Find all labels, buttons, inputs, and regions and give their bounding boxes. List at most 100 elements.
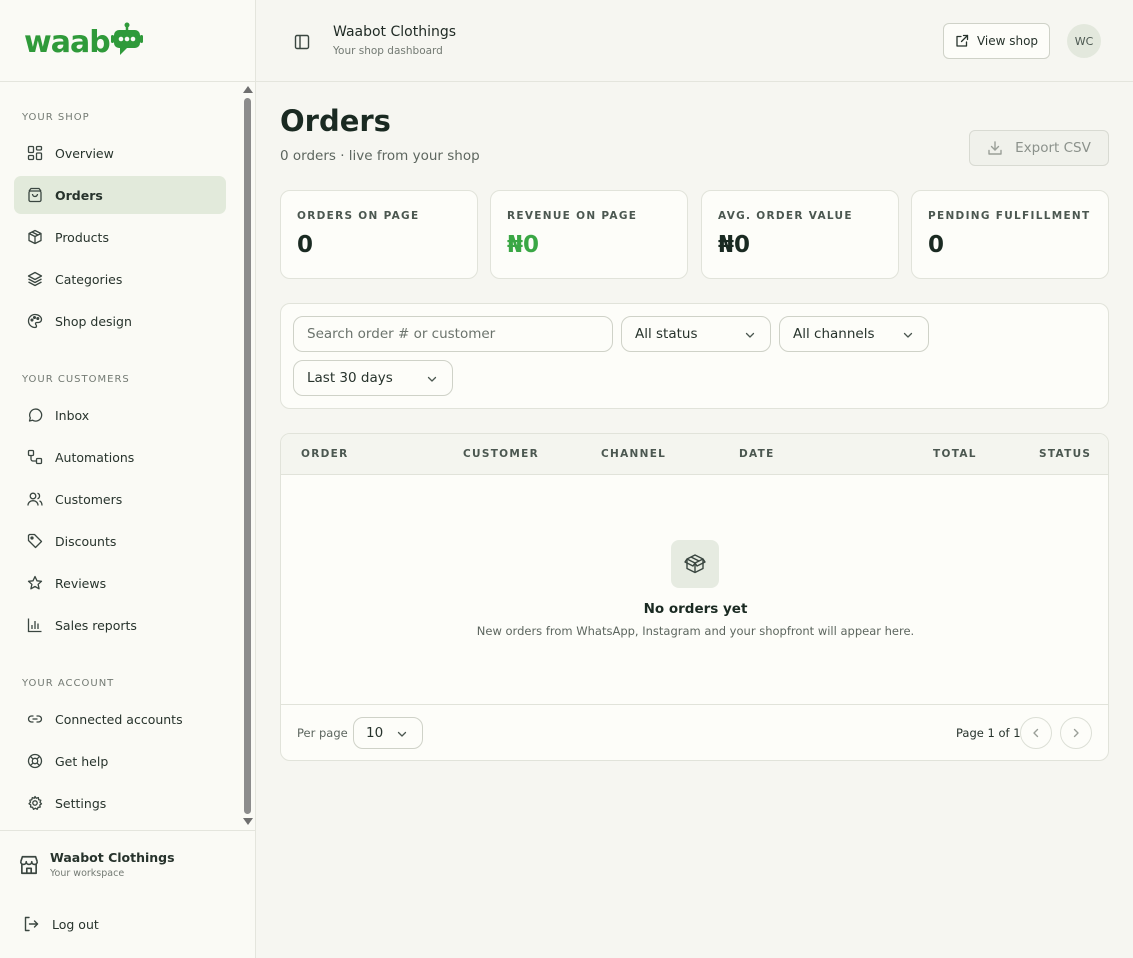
chevron-left-icon: [1033, 728, 1039, 738]
next-page-button[interactable]: [1060, 717, 1092, 749]
section-label-your-shop: YOUR SHOP: [22, 112, 90, 123]
download-icon: [988, 141, 1002, 155]
channels-select[interactable]: All channels: [779, 316, 929, 352]
date-range-select-value: Last 30 days: [307, 370, 393, 386]
stat-card-avg-order-value: AVG. ORDER VALUE ₦0: [701, 190, 899, 279]
stat-value: ₦0: [507, 232, 540, 258]
topbar: Waabot Clothings Your shop dashboard Vie…: [256, 0, 1133, 82]
sidebar-item-shop-design[interactable]: Shop design: [14, 302, 226, 340]
sidebar-item-label: Settings: [55, 795, 107, 811]
logo-wordmark: waab: [24, 24, 111, 60]
previous-page-button[interactable]: [1020, 717, 1052, 749]
search-input[interactable]: [293, 316, 613, 352]
stat-label: AVG. ORDER VALUE: [718, 210, 853, 222]
page-title: Orders: [280, 104, 391, 138]
column-header-customer[interactable]: CUSTOMER: [463, 448, 539, 460]
tag-icon: [26, 532, 44, 550]
gear-icon: [26, 794, 44, 812]
stat-value: ₦0: [718, 232, 751, 258]
sidebar-item-label: Overview: [55, 145, 114, 161]
export-csv-button[interactable]: Export CSV: [969, 130, 1109, 166]
column-header-status[interactable]: STATUS: [1039, 448, 1091, 460]
per-page-select[interactable]: 10: [353, 717, 423, 749]
palette-icon: [26, 312, 44, 330]
logout-button[interactable]: Log out: [22, 915, 99, 933]
bar-chart-icon: [26, 616, 44, 634]
empty-state-title: No orders yet: [643, 601, 748, 617]
sidebar-item-products[interactable]: Products: [14, 218, 226, 256]
shopping-bag-icon: [26, 186, 44, 204]
scroll-up-arrow-icon[interactable]: [243, 86, 253, 93]
workspace-switcher[interactable]: Waabot Clothings Your workspace: [18, 850, 175, 879]
stat-label: PENDING FULFILLMENT: [928, 210, 1091, 222]
layers-icon: [26, 270, 44, 288]
per-page-value: 10: [366, 725, 384, 741]
column-header-order[interactable]: ORDER: [301, 448, 349, 460]
sidebar-scrollbar[interactable]: [242, 84, 254, 830]
sidebar-item-orders[interactable]: Orders: [14, 176, 226, 214]
column-header-channel[interactable]: CHANNEL: [601, 448, 666, 460]
stat-value: 0: [297, 232, 314, 258]
section-label-your-account: YOUR ACCOUNT: [22, 678, 115, 689]
store-icon: [19, 855, 39, 874]
export-csv-label: Export CSV: [1015, 140, 1091, 156]
stat-label: ORDERS ON PAGE: [297, 210, 420, 222]
page-subtitle: 0 orders · live from your shop: [280, 148, 480, 164]
chevron-down-icon: [745, 332, 755, 338]
avatar[interactable]: WC: [1067, 24, 1101, 58]
chevron-right-icon: [1073, 728, 1079, 738]
sidebar-item-categories[interactable]: Categories: [14, 260, 226, 298]
robot-icon: [110, 22, 143, 55]
sidebar-item-customers[interactable]: Customers: [14, 480, 226, 518]
sidebar-item-label: Sales reports: [55, 617, 137, 633]
view-shop-button[interactable]: View shop: [943, 23, 1050, 59]
logout-label: Log out: [52, 916, 99, 932]
table-header: ORDER CUSTOMER CHANNEL DATE TOTAL STATUS: [281, 434, 1108, 475]
per-page-label: Per page: [297, 726, 348, 740]
chevron-down-icon: [427, 376, 437, 382]
sidebar-item-discounts[interactable]: Discounts: [14, 522, 226, 560]
column-header-total[interactable]: TOTAL: [933, 448, 977, 460]
date-range-select[interactable]: Last 30 days: [293, 360, 453, 396]
lifebuoy-icon: [26, 752, 44, 770]
column-header-date[interactable]: DATE: [739, 448, 775, 460]
stat-card-revenue-on-page: REVENUE ON PAGE ₦0: [490, 190, 688, 279]
scroll-thumb[interactable]: [244, 98, 251, 814]
empty-box-icon: [671, 540, 719, 588]
shop-title: Waabot Clothings: [333, 24, 457, 40]
chevron-down-icon: [397, 731, 407, 737]
sidebar-item-connected-accounts[interactable]: Connected accounts: [14, 700, 226, 738]
sidebar-item-label: Inbox: [55, 407, 90, 423]
sidebar-item-get-help[interactable]: Get help: [14, 742, 226, 780]
orders-table: ORDER CUSTOMER CHANNEL DATE TOTAL STATUS…: [280, 433, 1109, 761]
section-label-your-customers: YOUR CUSTOMERS: [22, 374, 130, 385]
sidebar-item-reviews[interactable]: Reviews: [14, 564, 226, 602]
sidebar-toggle-icon[interactable]: [292, 32, 312, 52]
sidebar-item-label: Shop design: [55, 313, 132, 329]
sidebar-item-label: Automations: [55, 449, 135, 465]
waabot-logo[interactable]: waab: [24, 22, 143, 62]
status-select[interactable]: All status: [621, 316, 771, 352]
logout-icon: [24, 916, 39, 932]
sidebar-bottom-divider: [0, 830, 256, 831]
filter-card: All status All channels Last 30 days: [280, 303, 1109, 409]
chevron-down-icon: [903, 332, 913, 338]
sidebar-item-sales-reports[interactable]: Sales reports: [14, 606, 226, 644]
stat-label: REVENUE ON PAGE: [507, 210, 638, 222]
message-circle-icon: [26, 406, 44, 424]
pagination-info: Page 1 of 1: [956, 726, 1021, 740]
sidebar-item-overview[interactable]: Overview: [14, 134, 226, 172]
workspace-sub: Your workspace: [50, 868, 125, 879]
external-link-icon: [956, 34, 969, 47]
view-shop-label: View shop: [976, 34, 1039, 48]
sidebar-item-label: Discounts: [55, 533, 117, 549]
sidebar-item-label: Categories: [55, 271, 123, 287]
sidebar-item-automations[interactable]: Automations: [14, 438, 226, 476]
scroll-down-arrow-icon[interactable]: [243, 818, 253, 825]
sidebar-item-inbox[interactable]: Inbox: [14, 396, 226, 434]
sidebar-item-label: Orders: [55, 187, 103, 203]
sidebar-item-label: Reviews: [55, 575, 107, 591]
sidebar-item-settings[interactable]: Settings: [14, 784, 226, 822]
sidebar: waab YOUR SHOP Overview Orders Products: [0, 0, 256, 958]
stat-card-orders-on-page: ORDERS ON PAGE 0: [280, 190, 478, 279]
